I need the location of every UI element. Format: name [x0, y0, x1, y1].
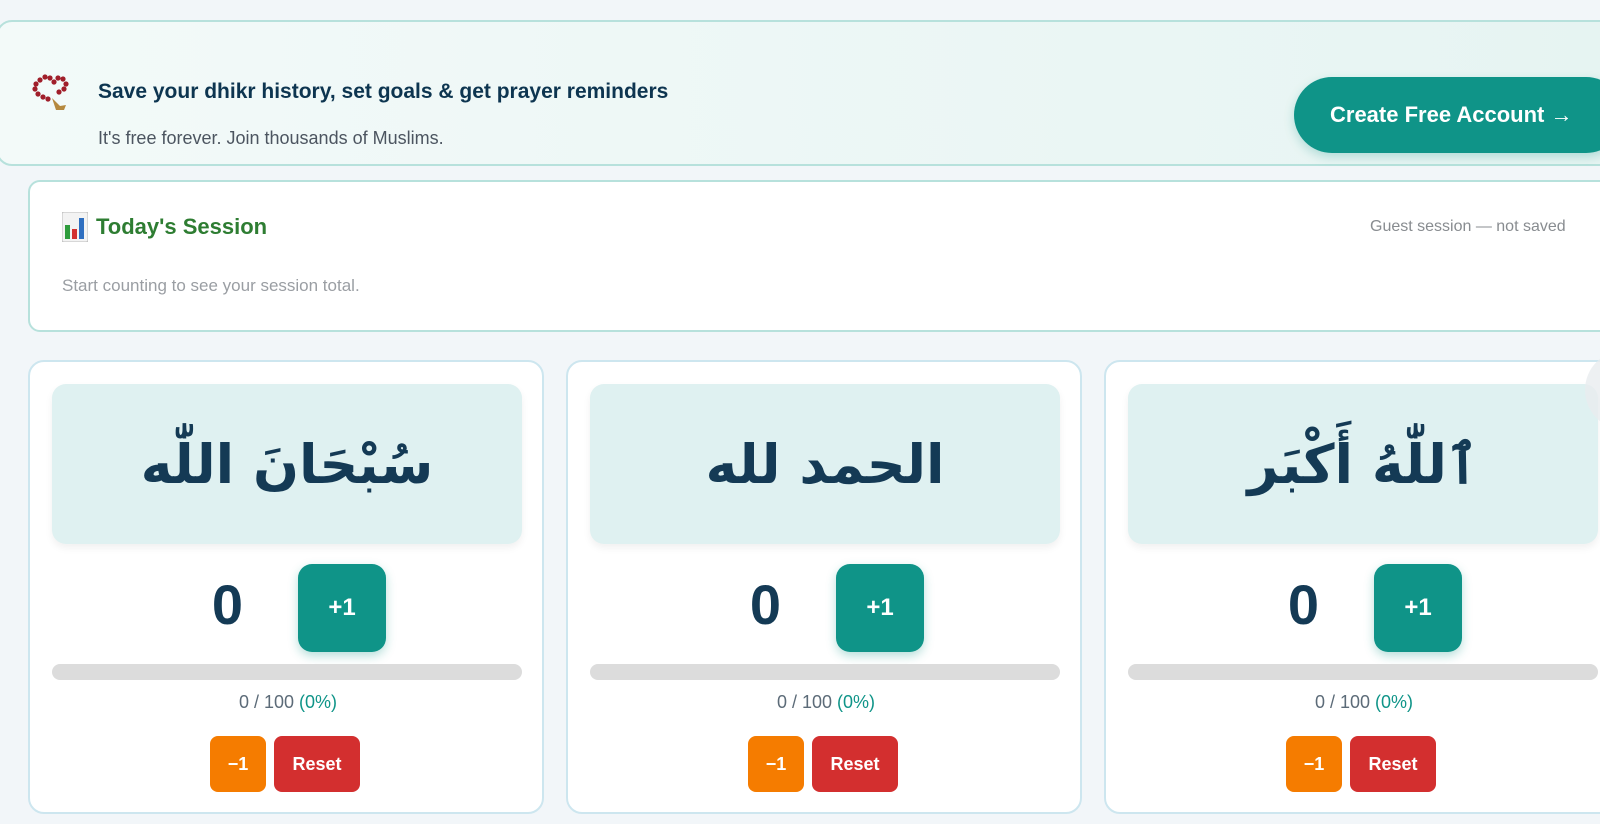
progress-percent: (0%)	[299, 692, 338, 712]
counter-value: 0	[211, 573, 244, 636]
reset-button[interactable]: Reset	[812, 736, 898, 792]
counter-value: 0	[1287, 573, 1320, 636]
increment-button[interactable]: +1	[1374, 564, 1462, 652]
counter-card-subhanallah: سُبْحَانَ اللّٰه 0 +1 0 / 100 (0%) −1 Re…	[28, 360, 544, 814]
progress-count: 0 / 100	[238, 692, 294, 712]
reset-button[interactable]: Reset	[274, 736, 360, 792]
session-title: Today's Session	[96, 214, 268, 239]
decrement-button[interactable]: −1	[1286, 736, 1342, 792]
signup-banner: Save your dhikr history, set goals & get…	[0, 20, 1600, 166]
progress-bar	[52, 664, 522, 680]
session-panel: Today's Session Guest session — not save…	[28, 180, 1600, 332]
progress-count: 0 / 100	[1314, 692, 1370, 712]
progress-bar	[590, 664, 1060, 680]
banner-subtitle: It's free forever. Join thousands of Mus…	[98, 128, 444, 148]
progress-text: 0 / 100 (0%)	[30, 692, 546, 713]
progress-bar	[1128, 664, 1598, 680]
counter-card-allahuakbar: ٱللّٰهُ أَكْبَر 0 +1 0 / 100 (0%) −1 Res…	[1104, 360, 1600, 814]
increment-button[interactable]: +1	[836, 564, 924, 652]
progress-percent: (0%)	[1375, 692, 1414, 712]
guest-session-note: Guest session — not saved	[1370, 218, 1566, 235]
progress-text: 0 / 100 (0%)	[1106, 692, 1600, 713]
create-account-button[interactable]: Create Free Account →	[1294, 77, 1600, 153]
prayer-beads-icon	[32, 74, 69, 110]
session-hint: Start counting to see your session total…	[62, 276, 360, 295]
reset-button[interactable]: Reset	[1350, 736, 1436, 792]
banner-title: Save your dhikr history, set goals & get…	[98, 80, 669, 103]
progress-text: 0 / 100 (0%)	[568, 692, 1084, 713]
decrement-button[interactable]: −1	[210, 736, 266, 792]
dhikr-text: ٱللّٰهُ أَكْبَر	[1128, 384, 1598, 544]
bar-chart-icon	[62, 212, 88, 242]
counter-value: 0	[749, 573, 782, 636]
dhikr-text: الحمد لله	[590, 384, 1060, 544]
dhikr-text: سُبْحَانَ اللّٰه	[52, 384, 522, 544]
progress-count: 0 / 100	[776, 692, 832, 712]
counter-card-alhamdulillah: الحمد لله 0 +1 0 / 100 (0%) −1 Reset	[566, 360, 1082, 814]
decrement-button[interactable]: −1	[748, 736, 804, 792]
progress-percent: (0%)	[837, 692, 876, 712]
increment-button[interactable]: +1	[298, 564, 386, 652]
